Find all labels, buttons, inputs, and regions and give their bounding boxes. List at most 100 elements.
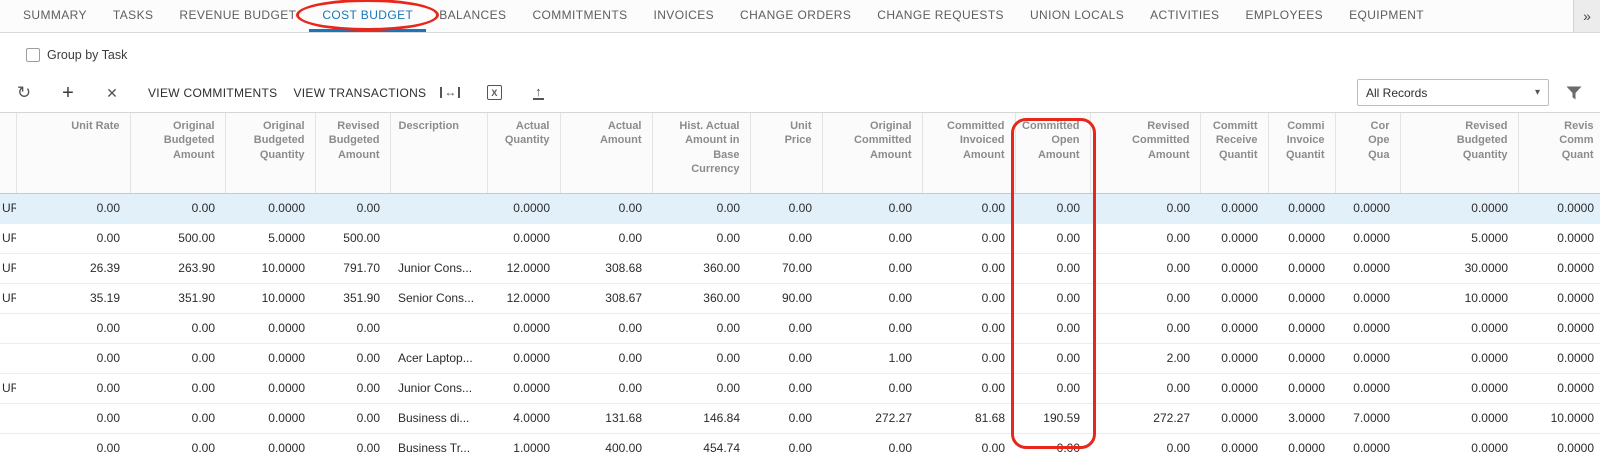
cell-committed_received_quantity[interactable]: 0.0000 [1200,223,1268,253]
cell-unit_price[interactable]: 70.00 [750,253,822,283]
cell-description[interactable] [390,193,487,223]
cell-revised_budgeted_amount[interactable]: 0.00 [315,313,390,343]
table-row[interactable]: UR0.00500.005.0000500.000.00000.000.000.… [0,223,1600,253]
tab-invoices[interactable]: INVOICES [641,0,728,32]
cell-committed_open_quantity[interactable]: 0.0000 [1335,283,1400,313]
cell-actual_quantity[interactable]: 4.0000 [487,403,560,433]
tab-activities[interactable]: ACTIVITIES [1137,0,1232,32]
cell-committed_received_quantity[interactable]: 0.0000 [1200,193,1268,223]
cell-hist_actual_amount_base[interactable]: 0.00 [652,343,750,373]
cell-committed_open_quantity[interactable]: 0.0000 [1335,313,1400,343]
cell-description[interactable] [390,313,487,343]
cell-committed_invoiced_quantity[interactable]: 0.0000 [1268,433,1335,463]
tab-employees[interactable]: EMPLOYEES [1232,0,1336,32]
table-row[interactable]: UR0.000.000.00000.00Junior Cons...0.0000… [0,373,1600,403]
cell-revised_committed_quantity[interactable]: 0.0000 [1518,193,1600,223]
cell-revised_budgeted_amount[interactable]: 0.00 [315,343,390,373]
group-by-task-checkbox[interactable] [26,48,40,62]
table-row[interactable]: UR35.19351.9010.0000351.90Senior Cons...… [0,283,1600,313]
column-header-unit_price[interactable]: Unit Price [750,113,822,193]
cell-original_budgeted_amount[interactable]: 0.00 [130,373,225,403]
cell-description[interactable]: Business Tr... [390,433,487,463]
column-header-revised_committed_quantity[interactable]: Revis Comm Quant [1518,113,1600,193]
column-header-actual_quantity[interactable]: Actual Quantity [487,113,560,193]
cell-revised_committed_amount[interactable]: 0.00 [1090,373,1200,403]
cell-committed_open_quantity[interactable]: 0.0000 [1335,433,1400,463]
cell-committed_open_amount[interactable]: 0.00 [1015,193,1090,223]
cell-committed_received_quantity[interactable]: 0.0000 [1200,433,1268,463]
cell-unit_price[interactable]: 0.00 [750,313,822,343]
cell-description[interactable]: Acer Laptop... [390,343,487,373]
cell-original_budgeted_quantity[interactable]: 0.0000 [225,403,315,433]
cell-revised_committed_quantity[interactable]: 0.0000 [1518,433,1600,463]
table-row[interactable]: 0.000.000.00000.000.00000.000.000.000.00… [0,313,1600,343]
cell-revised_committed_amount[interactable]: 0.00 [1090,433,1200,463]
cell-unit_rate[interactable]: 0.00 [16,223,130,253]
tab-union-locals[interactable]: UNION LOCALS [1017,0,1137,32]
column-header-description[interactable]: Description [390,113,487,193]
cell-committed_invoiced_quantity[interactable]: 0.0000 [1268,313,1335,343]
cell-committed_invoiced_quantity[interactable]: 0.0000 [1268,373,1335,403]
cell-revised_committed_amount[interactable]: 2.00 [1090,343,1200,373]
cell-unit_price[interactable]: 0.00 [750,403,822,433]
cell-original_budgeted_amount[interactable]: 0.00 [130,343,225,373]
cell-hist_actual_amount_base[interactable]: 454.74 [652,433,750,463]
cell-actual_quantity[interactable]: 1.0000 [487,433,560,463]
cell-committed_open_amount[interactable]: 0.00 [1015,313,1090,343]
column-header-committed_open_quantity[interactable]: Cor Ope Qua [1335,113,1400,193]
cell-committed_received_quantity[interactable]: 0.0000 [1200,283,1268,313]
tab-summary[interactable]: SUMMARY [10,0,100,32]
cell-actual_quantity[interactable]: 0.0000 [487,343,560,373]
records-filter-dropdown[interactable]: All Records ▾ [1357,79,1549,106]
cell-revised_committed_amount[interactable]: 0.00 [1090,223,1200,253]
cell-revised_committed_quantity[interactable]: 0.0000 [1518,343,1600,373]
column-header-original_budgeted_amount[interactable]: Original Budgeted Amount [130,113,225,193]
tab-equipment[interactable]: EQUIPMENT [1336,0,1437,32]
cell-committed_invoiced_amount[interactable]: 0.00 [922,343,1015,373]
column-header-unit_rate[interactable]: Unit Rate [16,113,130,193]
cell-unit_rate[interactable]: 35.19 [16,283,130,313]
cell-revised_committed_amount[interactable]: 272.27 [1090,403,1200,433]
cell-hist_actual_amount_base[interactable]: 0.00 [652,313,750,343]
cell-description[interactable]: Junior Cons... [390,373,487,403]
delete-row-button[interactable]: ✕ [100,81,124,105]
cell-revised_budgeted_quantity[interactable]: 0.0000 [1400,403,1518,433]
cell-committed_received_quantity[interactable]: 0.0000 [1200,403,1268,433]
cell-original_budgeted_quantity[interactable]: 0.0000 [225,343,315,373]
cell-revised_committed_amount[interactable]: 0.00 [1090,313,1200,343]
cell-uom[interactable]: UR [0,223,16,253]
cell-original_budgeted_quantity[interactable]: 0.0000 [225,373,315,403]
cell-description[interactable] [390,223,487,253]
cell-actual_quantity[interactable]: 12.0000 [487,253,560,283]
cell-committed_invoiced_amount[interactable]: 0.00 [922,313,1015,343]
cell-revised_budgeted_amount[interactable]: 0.00 [315,403,390,433]
cell-revised_committed_quantity[interactable]: 10.0000 [1518,403,1600,433]
cell-original_budgeted_quantity[interactable]: 10.0000 [225,253,315,283]
tab-commitments[interactable]: COMMITMENTS [519,0,640,32]
cell-committed_open_quantity[interactable]: 0.0000 [1335,193,1400,223]
cell-uom[interactable]: UR [0,373,16,403]
cell-revised_budgeted_amount[interactable]: 500.00 [315,223,390,253]
cell-revised_budgeted_amount[interactable]: 0.00 [315,433,390,463]
cell-revised_committed_amount[interactable]: 0.00 [1090,253,1200,283]
cell-original_committed_amount[interactable]: 0.00 [822,283,922,313]
cell-revised_committed_amount[interactable]: 0.00 [1090,283,1200,313]
cell-unit_price[interactable]: 0.00 [750,433,822,463]
cell-committed_received_quantity[interactable]: 0.0000 [1200,343,1268,373]
refresh-button[interactable]: ↻ [12,81,36,105]
cell-committed_open_amount[interactable]: 0.00 [1015,343,1090,373]
cell-description[interactable]: Senior Cons... [390,283,487,313]
tab-cost-budget[interactable]: COST BUDGET [309,0,426,32]
table-row[interactable]: 0.000.000.00000.00Business di...4.000013… [0,403,1600,433]
view-commitments-button[interactable]: VIEW COMMITMENTS [148,86,277,100]
tab-balances[interactable]: BALANCES [426,0,519,32]
cell-revised_budgeted_quantity[interactable]: 0.0000 [1400,193,1518,223]
cell-original_committed_amount[interactable]: 0.00 [822,313,922,343]
cell-original_budgeted_quantity[interactable]: 0.0000 [225,313,315,343]
export-excel-button[interactable]: X [482,81,506,105]
view-transactions-button[interactable]: VIEW TRANSACTIONS [293,86,426,100]
cell-original_committed_amount[interactable]: 0.00 [822,433,922,463]
cell-revised_budgeted_quantity[interactable]: 0.0000 [1400,313,1518,343]
cell-committed_invoiced_quantity[interactable]: 0.0000 [1268,343,1335,373]
cell-unit_rate[interactable]: 0.00 [16,373,130,403]
